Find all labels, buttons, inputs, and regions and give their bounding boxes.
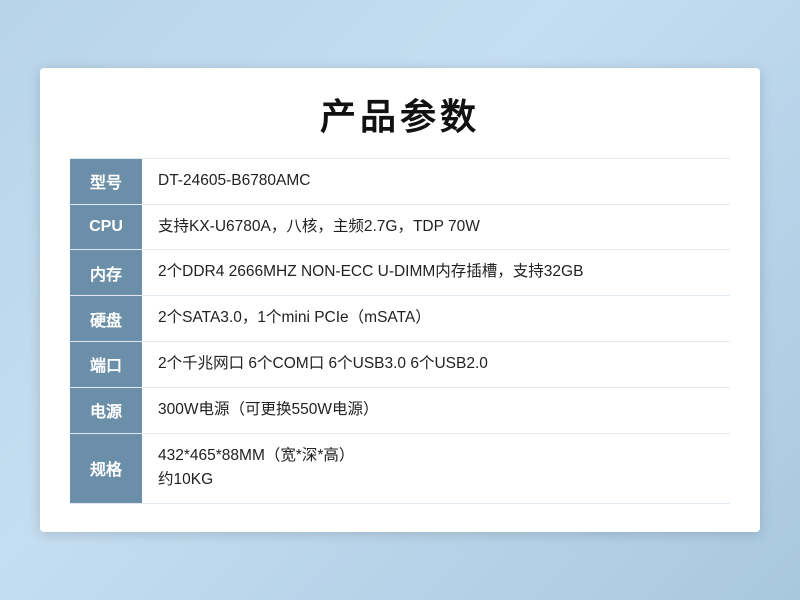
page-title: 产品参数 (70, 88, 730, 140)
row-label: 端口 (70, 342, 142, 388)
specs-table: 型号DT-24605-B6780AMCCPU支持KX-U6780A，八核，主频2… (70, 158, 730, 504)
row-value: DT-24605-B6780AMC (142, 158, 730, 204)
row-label: CPU (70, 204, 142, 250)
table-row: 型号DT-24605-B6780AMC (70, 158, 730, 204)
row-value: 支持KX-U6780A，八核，主频2.7G，TDP 70W (142, 204, 730, 250)
table-row: 电源300W电源（可更换550W电源） (70, 387, 730, 433)
row-label: 型号 (70, 158, 142, 204)
product-specs-card: 产品参数 型号DT-24605-B6780AMCCPU支持KX-U6780A，八… (40, 68, 760, 532)
row-value: 300W电源（可更换550W电源） (142, 387, 730, 433)
table-row: CPU支持KX-U6780A，八核，主频2.7G，TDP 70W (70, 204, 730, 250)
row-value: 432*465*88MM（宽*深*高）约10KG (142, 433, 730, 504)
table-row: 内存2个DDR4 2666MHZ NON-ECC U-DIMM内存插槽，支持32… (70, 250, 730, 296)
row-value: 2个千兆网口 6个COM口 6个USB3.0 6个USB2.0 (142, 342, 730, 388)
table-row: 端口2个千兆网口 6个COM口 6个USB3.0 6个USB2.0 (70, 342, 730, 388)
row-label: 内存 (70, 250, 142, 296)
table-row: 规格432*465*88MM（宽*深*高）约10KG (70, 433, 730, 504)
row-label: 电源 (70, 387, 142, 433)
row-label: 规格 (70, 433, 142, 504)
row-value: 2个SATA3.0，1个mini PCIe（mSATA） (142, 296, 730, 342)
row-value: 2个DDR4 2666MHZ NON-ECC U-DIMM内存插槽，支持32GB (142, 250, 730, 296)
table-row: 硬盘2个SATA3.0，1个mini PCIe（mSATA） (70, 296, 730, 342)
row-label: 硬盘 (70, 296, 142, 342)
